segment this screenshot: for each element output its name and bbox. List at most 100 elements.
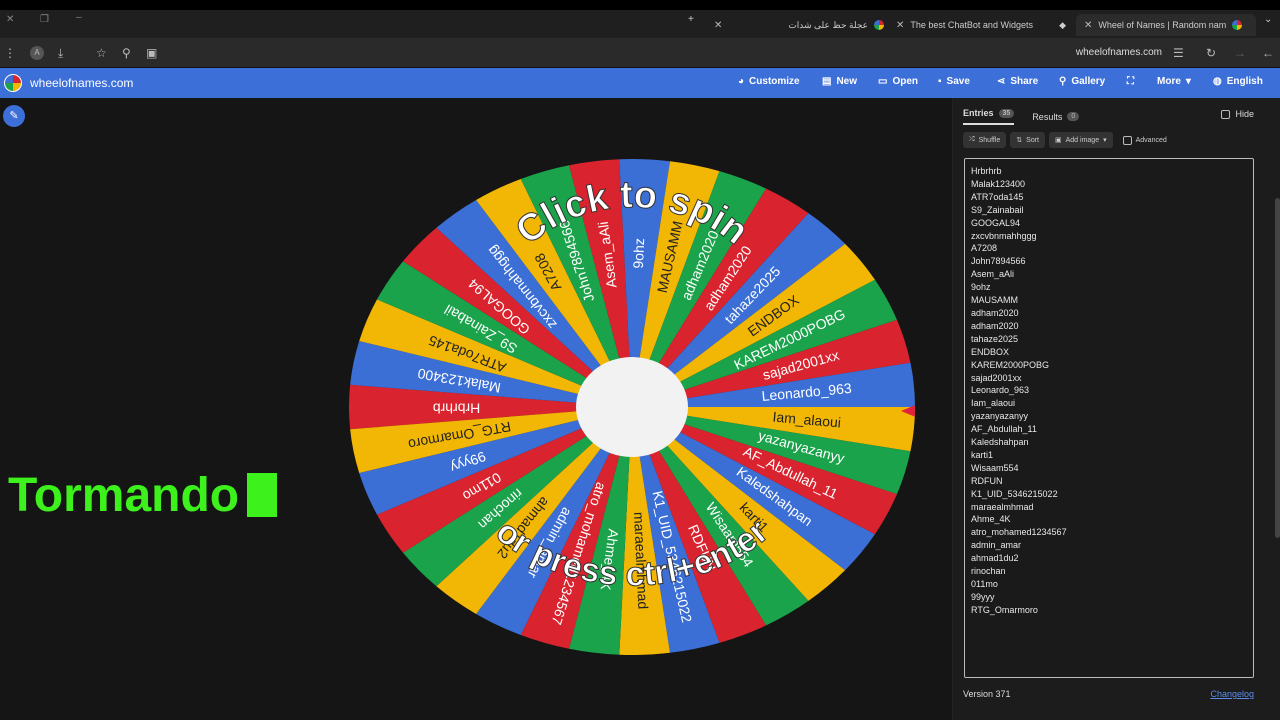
changelog-link[interactable]: Changelog xyxy=(1210,689,1254,699)
site-name[interactable]: wheelofnames.com xyxy=(30,76,133,90)
tab-arabic[interactable]: ✕ عجلة حظ على شدات xyxy=(714,14,884,36)
entry-line: adham2020 xyxy=(971,320,1019,331)
entry-line: MAUSAMM xyxy=(971,295,1018,306)
entry-line: admin_amar xyxy=(971,540,1022,551)
entry-toolbar: ⤮ Shuffle ⇅ Sort ▣ Add image ▾ Advanced xyxy=(963,132,1167,148)
results-count-badge: 0 xyxy=(1067,112,1080,121)
advanced-checkbox[interactable] xyxy=(1122,135,1132,145)
entry-line: RTG_Omarmoro xyxy=(971,604,1038,615)
folder-icon: ▭ xyxy=(878,76,888,87)
back-icon[interactable]: ← xyxy=(1262,46,1274,60)
customize-button[interactable]: ◕ Customize xyxy=(738,76,800,87)
nav-label: Save xyxy=(946,76,970,87)
entry-line: adham2020 xyxy=(971,307,1019,318)
entry-line: K1_UID_5346215022 xyxy=(971,488,1058,499)
close-tab-icon[interactable]: ✕ xyxy=(1084,20,1092,31)
tab-title: The best ChatBot and Widgets xyxy=(910,20,1033,30)
close-tab-icon[interactable]: ✕ xyxy=(714,20,722,31)
entry-line: KAREM2000POBG xyxy=(971,359,1050,370)
chevron-down-icon: ▾ xyxy=(1103,137,1107,144)
panel-tabs: Entries 35 Results 0 xyxy=(963,108,1080,125)
file-icon: ▤ xyxy=(822,76,832,87)
url-text[interactable]: wheelofnames.com xyxy=(1076,47,1162,58)
entry-line: Hrbrhrb xyxy=(971,166,1002,176)
entry-line: maraealmhmad xyxy=(971,501,1034,512)
entry-line: ENDBOX xyxy=(971,346,1010,357)
fullscreen-icon[interactable]: ⛶ xyxy=(1127,76,1134,87)
sort-label: Sort xyxy=(1026,136,1039,144)
browser-tabbar: ✕ ❐ – + ✕ عجلة حظ على شدات ✕ The best Ch… xyxy=(0,10,1280,38)
tab-label: Results xyxy=(1032,111,1063,122)
hide-label: Hide xyxy=(1235,109,1254,119)
shuffle-label: Shuffle xyxy=(978,136,1001,144)
tab-list-icon[interactable]: ⌄ xyxy=(1264,14,1272,25)
forward-icon[interactable]: → xyxy=(1234,46,1246,60)
advanced-toggle[interactable]: Advanced xyxy=(1122,135,1167,145)
hide-toggle[interactable]: Hide xyxy=(1221,109,1254,119)
entry-line: karti1 xyxy=(971,449,994,460)
nav-label: Share xyxy=(1010,76,1039,87)
open-button[interactable]: ▭ Open xyxy=(878,76,918,87)
entry-line: Asem_aAli xyxy=(971,269,1015,280)
wheel-logo-icon[interactable] xyxy=(4,74,22,92)
share-icon: ⋖ xyxy=(997,76,1006,87)
language-button[interactable]: ◍ English xyxy=(1213,76,1263,87)
reload-icon[interactable]: ↻ xyxy=(1206,46,1216,60)
new-tab-icon[interactable]: + xyxy=(688,14,694,25)
wheel-slice-label: 9ohz xyxy=(630,238,647,269)
entry-line: 9ohz xyxy=(971,282,991,293)
entry-line: AF_Abdullah_11 xyxy=(971,424,1037,435)
wheel-hub[interactable] xyxy=(576,357,688,457)
add-image-label: Add image xyxy=(1065,136,1100,144)
tab-chatbot[interactable]: ✕ The best ChatBot and Widgets ◆ xyxy=(896,14,1066,36)
profile-avatar[interactable]: A xyxy=(30,46,44,60)
share-button[interactable]: ⋖ Share xyxy=(997,76,1038,87)
tab-entries[interactable]: Entries 35 xyxy=(963,108,1015,125)
tab-favicon-icon xyxy=(874,20,884,30)
entry-line: Iam_alaoui xyxy=(971,398,1016,409)
entry-line: yazanyazanyy xyxy=(971,411,1029,422)
screenshot-icon[interactable]: ▣ xyxy=(146,46,157,60)
shuffle-button[interactable]: ⤮ Shuffle xyxy=(963,132,1007,148)
entry-line: zxcvbnmahhggg xyxy=(971,230,1037,241)
save-icon: ▪ xyxy=(938,76,942,87)
image-icon: ▣ xyxy=(1055,137,1062,144)
close-tab-icon[interactable]: ✕ xyxy=(896,20,904,31)
restore-window-icon[interactable]: ❐ xyxy=(40,14,49,25)
add-image-button[interactable]: ▣ Add image ▾ xyxy=(1049,132,1113,148)
save-button[interactable]: ▪ Save xyxy=(938,76,970,87)
entry-line: GOOGAL94 xyxy=(971,217,1021,228)
overlay-text: Tormando xyxy=(8,469,240,522)
wheel-svg[interactable]: HrbrhrbMalak123400ATR7oda145S9_Zainabail… xyxy=(349,157,915,657)
search-icon[interactable]: ⚲ xyxy=(122,46,131,60)
new-button[interactable]: ▤ New xyxy=(822,76,857,87)
hide-checkbox[interactable] xyxy=(1221,109,1231,119)
entries-count-badge: 35 xyxy=(998,108,1015,118)
page-scrollbar[interactable] xyxy=(1275,198,1280,538)
site-settings-icon[interactable]: ☰ xyxy=(1173,46,1184,60)
tab-title: Wheel of Names | Random nam xyxy=(1098,20,1227,30)
text-cursor xyxy=(247,473,278,517)
entry-line: Leonardo_963 xyxy=(971,385,1030,396)
search-icon: ⚲ xyxy=(1059,76,1067,87)
wheel[interactable]: Hrbrhrb Malak123400 ATR7oda145 S9_Zainabail… xyxy=(349,157,915,657)
edit-pencil-button[interactable]: ✎ xyxy=(3,105,25,127)
overlay-caption: Tormando xyxy=(8,468,278,523)
tab-favicon-icon xyxy=(1232,20,1243,30)
entries-textarea[interactable]: Hrbrhrb Malak123400 ATR7oda145 S9_Zainabail… xyxy=(964,158,1254,678)
close-window-icon[interactable]: ✕ xyxy=(6,14,14,25)
tab-wheel-of-names[interactable]: ✕ Wheel of Names | Random nam xyxy=(1076,14,1256,36)
gallery-button[interactable]: ⚲ Gallery xyxy=(1059,76,1105,87)
download-icon[interactable]: ⤓ xyxy=(58,46,63,61)
sort-button[interactable]: ⇅ Sort xyxy=(1010,132,1045,148)
bookmark-star-icon[interactable]: ☆ xyxy=(96,46,107,60)
minimize-window-icon[interactable]: – xyxy=(76,12,82,23)
palette-icon: ◕ xyxy=(738,76,745,87)
nav-label: Open xyxy=(892,76,919,87)
diamond-icon: ◆ xyxy=(1059,19,1066,30)
globe-icon: ◍ xyxy=(1213,76,1222,87)
menu-dots-icon[interactable]: ⋮ xyxy=(4,46,16,60)
more-button[interactable]: More ▾ xyxy=(1157,76,1191,87)
tab-results[interactable]: Results 0 xyxy=(1032,108,1080,125)
entry-line: S9_Zainabail xyxy=(971,204,1024,215)
